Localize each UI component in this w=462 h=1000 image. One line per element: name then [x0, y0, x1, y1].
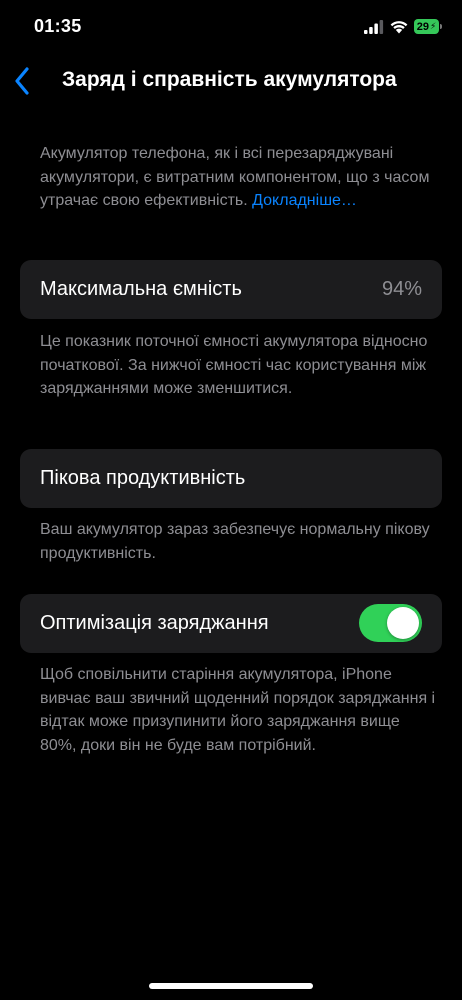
max-capacity-card: Максимальна ємність 94% [20, 260, 442, 319]
learn-more-link[interactable]: Докладніше… [252, 192, 357, 209]
charging-optimization-card: Оптимізація заряджання [20, 594, 442, 653]
peak-performance-footer: Ваш акумулятор зараз забезпечує нормальн… [40, 521, 430, 562]
peak-performance-label: Пікова продуктивність [40, 467, 246, 489]
intro-text: Акумулятор телефона, як і всі перезарядж… [40, 142, 440, 213]
intro-description: Акумулятор телефона, як і всі перезарядж… [40, 145, 430, 209]
max-capacity-label: Максимальна ємність [40, 278, 242, 300]
charging-optimization-label: Оптимізація заряджання [40, 612, 269, 634]
battery-level: 29 [416, 20, 429, 33]
charging-optimization-footer: Щоб сповільнити старіння акумулятора, iP… [40, 666, 436, 754]
status-bar: 01:35 29 ⚡ [0, 0, 462, 56]
status-time: 01:35 [34, 16, 82, 36]
toggle-knob [387, 607, 419, 639]
back-button[interactable] [8, 62, 36, 100]
charging-bolt-icon: ⚡ [429, 21, 437, 31]
peak-performance-card: Пікова продуктивність [20, 449, 442, 508]
chevron-left-icon [15, 67, 29, 95]
max-capacity-value: 94% [381, 278, 422, 300]
charging-optimization-toggle[interactable] [359, 604, 422, 642]
page-title: Заряд і справність акумулятора [62, 68, 397, 91]
battery-icon: 29 ⚡ [414, 19, 439, 34]
home-indicator [149, 983, 313, 989]
battery-cap [440, 24, 442, 29]
wifi-icon [390, 21, 408, 34]
cellular-signal-icon [364, 20, 384, 34]
max-capacity-footer: Це показник поточної ємності акумулятора… [40, 333, 428, 397]
